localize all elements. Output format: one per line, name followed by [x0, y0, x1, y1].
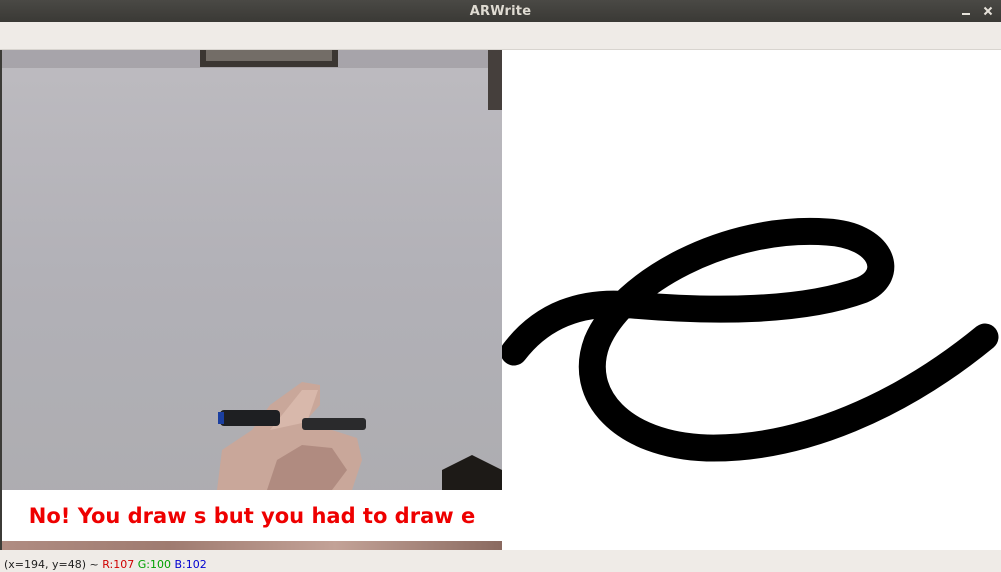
status-bar: (x=194, y=48) ~ R:107 G:100 B:102 — [0, 550, 1001, 572]
minimize-icon[interactable] — [959, 4, 973, 18]
letter-stroke — [502, 217, 999, 462]
pixel-red-value: R:107 — [102, 558, 135, 571]
feedback-banner: No! You draw s but you had to draw e — [2, 490, 502, 541]
title-bar: ARWrite — [0, 0, 1001, 22]
close-icon[interactable] — [981, 4, 995, 18]
pixel-blue-value: B:102 — [174, 558, 207, 571]
cursor-coordinates: (x=194, y=48) ~ — [4, 558, 99, 571]
camera-feed: No! You draw s but you had to draw e — [2, 50, 502, 550]
drawing-canvas[interactable] — [502, 50, 1001, 550]
camera-bottom-strip — [2, 541, 502, 550]
window-controls — [959, 0, 995, 22]
camera-image — [2, 50, 502, 490]
pixel-green-value: G:100 — [137, 558, 171, 571]
window-title: ARWrite — [469, 3, 532, 19]
feedback-message: No! You draw s but you had to draw e — [28, 503, 476, 528]
toolbar — [0, 22, 1001, 50]
